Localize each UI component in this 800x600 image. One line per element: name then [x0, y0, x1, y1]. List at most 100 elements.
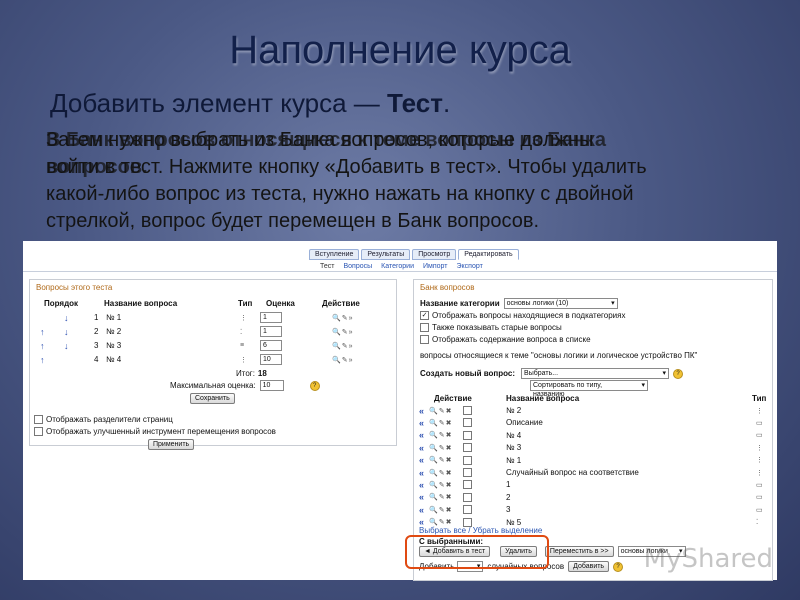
category-label: Название категории	[420, 299, 500, 308]
header-type: Тип	[238, 299, 253, 308]
row-checkbox[interactable]	[463, 430, 472, 440]
subtab-import[interactable]: Импорт	[423, 263, 447, 270]
subtab-export[interactable]: Экспорт	[456, 263, 482, 270]
help-icon[interactable]: ?	[673, 368, 684, 379]
tab-preview[interactable]: Просмотр	[412, 249, 457, 260]
row-name: № 4	[106, 355, 122, 364]
save-button[interactable]: Сохранить	[190, 393, 235, 404]
row-checkbox[interactable]	[463, 480, 472, 490]
move-down-icon[interactable]: ↓	[64, 341, 94, 351]
tab-edit[interactable]: Редактировать	[458, 249, 519, 260]
header-action: Действие	[434, 394, 472, 403]
move-up-icon[interactable]: ↑	[40, 327, 64, 337]
grade-input[interactable]: 6	[260, 340, 282, 351]
highlight-frame	[405, 535, 549, 569]
question-type-icon: ⋮	[756, 457, 764, 465]
row-actions-icon[interactable]: 🔍✎»	[332, 328, 353, 336]
subtitle-suffix: .	[442, 88, 451, 118]
add-to-quiz-icon[interactable]: «	[419, 406, 429, 416]
subcategories-checkbox[interactable]: ✓	[420, 311, 429, 320]
row-actions-icon[interactable]: 🔍✎✖	[429, 481, 463, 489]
row-actions-icon[interactable]: 🔍✎✖	[429, 407, 463, 415]
page-breaks-checkbox[interactable]	[34, 415, 43, 424]
subtab-categories[interactable]: Категории	[381, 263, 414, 270]
add-to-quiz-icon[interactable]: «	[419, 430, 429, 440]
row-checkbox[interactable]	[463, 443, 472, 453]
grade-input[interactable]: 1	[260, 326, 282, 337]
select-all-link[interactable]: Выбрать все / Убрать выделение	[419, 526, 542, 535]
subtab-quiz[interactable]: Тест	[320, 263, 334, 270]
row-checkbox[interactable]	[463, 406, 472, 415]
add-to-quiz-icon[interactable]: «	[419, 455, 429, 465]
subtab-row: Тест Вопросы Категории Импорт Экспорт	[320, 263, 483, 270]
row-checkbox[interactable]	[463, 505, 472, 515]
bank-row: «🔍✎✖ 2 ▭	[419, 492, 771, 503]
add-to-quiz-icon[interactable]: «	[419, 505, 429, 515]
row-name: № 3	[106, 341, 122, 350]
header-action: Действие	[322, 299, 360, 308]
grade-input[interactable]: 1	[260, 312, 282, 323]
header-grade: Оценка	[266, 299, 295, 308]
row-name: № 1	[106, 313, 122, 322]
sort-row: Сортировать по типу, названию	[530, 380, 648, 398]
checkbox-label: Также показывать старые вопросы	[432, 323, 562, 332]
tab-results[interactable]: Результаты	[361, 249, 411, 260]
grade-input[interactable]: 10	[260, 354, 282, 365]
save-row: Сохранить	[190, 393, 235, 404]
tab-intro[interactable]: Вступление	[309, 249, 360, 260]
sort-select[interactable]: Сортировать по типу, названию	[530, 380, 648, 398]
row-checkbox[interactable]	[463, 468, 472, 477]
old-questions-checkbox[interactable]	[420, 323, 429, 332]
help-icon[interactable]: ?	[613, 561, 624, 572]
category-note: вопросы относящиеся к теме "основы логик…	[420, 350, 697, 361]
bank-row: «🔍✎✖ № 3 ⋮	[419, 442, 771, 453]
row-actions-icon[interactable]: 🔍✎✖	[429, 493, 463, 501]
row-actions-icon[interactable]: 🔍✎»	[332, 314, 353, 322]
row-actions-icon[interactable]: 🔍✎»	[332, 356, 353, 364]
create-question-select[interactable]: Выбрать...	[521, 368, 670, 379]
question-type-icon: ▭	[756, 494, 764, 502]
row-checkbox[interactable]	[463, 418, 472, 428]
max-grade-label: Максимальная оценка:	[170, 381, 256, 390]
question-type-icon: ≡	[240, 342, 246, 349]
subtab-questions[interactable]: Вопросы	[343, 263, 372, 270]
row-checkbox[interactable]	[463, 492, 472, 502]
row-actions-icon[interactable]: 🔍✎✖	[429, 456, 463, 464]
apply-button[interactable]: Применить	[148, 439, 195, 450]
add-to-quiz-icon[interactable]: «	[419, 468, 429, 478]
help-icon[interactable]: ?	[309, 380, 320, 391]
max-grade-input[interactable]: 10	[259, 380, 284, 391]
move-down-icon[interactable]: ↓	[64, 327, 94, 337]
improved-reorder-checkbox[interactable]	[34, 427, 43, 436]
question-type-icon: ▭	[756, 432, 764, 440]
question-type-icon: ⁚	[240, 328, 244, 336]
row-actions-icon[interactable]: 🔍✎✖	[429, 444, 463, 452]
row-actions-icon[interactable]: 🔍✎✖	[429, 431, 463, 439]
row-actions-icon[interactable]: 🔍✎✖	[429, 469, 463, 477]
option-label: Отображать улучшенный инструмент перемещ…	[46, 427, 276, 436]
row-actions-icon[interactable]: 🔍✎»	[332, 342, 353, 350]
option-row: Отображать улучшенный инструмент перемещ…	[34, 426, 276, 437]
bank-row-name: № 1	[506, 455, 522, 465]
row-actions-icon[interactable]: 🔍✎✖	[429, 419, 463, 427]
add-to-quiz-icon[interactable]: «	[419, 480, 429, 490]
add-to-quiz-icon[interactable]: «	[419, 418, 429, 428]
category-select[interactable]: основы логики (10)	[503, 298, 618, 309]
move-up-icon[interactable]: ↑	[40, 341, 64, 351]
bank-row-name: Случайный вопрос на соответствие	[506, 468, 639, 477]
move-to-button[interactable]: Переместить в >>	[544, 546, 614, 557]
table-row: ↑ 4 № 4 ⋮ 10 🔍✎»	[40, 354, 390, 365]
row-checkbox[interactable]	[463, 455, 472, 465]
question-type-icon: ⁚	[756, 519, 760, 527]
total-row: Итог: 18	[236, 368, 267, 379]
row-actions-icon[interactable]: 🔍✎✖	[429, 506, 463, 514]
add-to-quiz-icon[interactable]: «	[419, 443, 429, 453]
total-value: 18	[257, 369, 267, 378]
move-up-icon[interactable]: ↑	[40, 355, 94, 365]
move-down-icon[interactable]: ↓	[64, 313, 94, 323]
show-text-checkbox[interactable]	[420, 335, 429, 344]
add-to-quiz-icon[interactable]: «	[419, 492, 429, 502]
add-random-button[interactable]: Добавить	[568, 561, 610, 572]
total-label: Итог:	[236, 369, 255, 378]
subtitle-bold: Тест	[387, 88, 443, 118]
